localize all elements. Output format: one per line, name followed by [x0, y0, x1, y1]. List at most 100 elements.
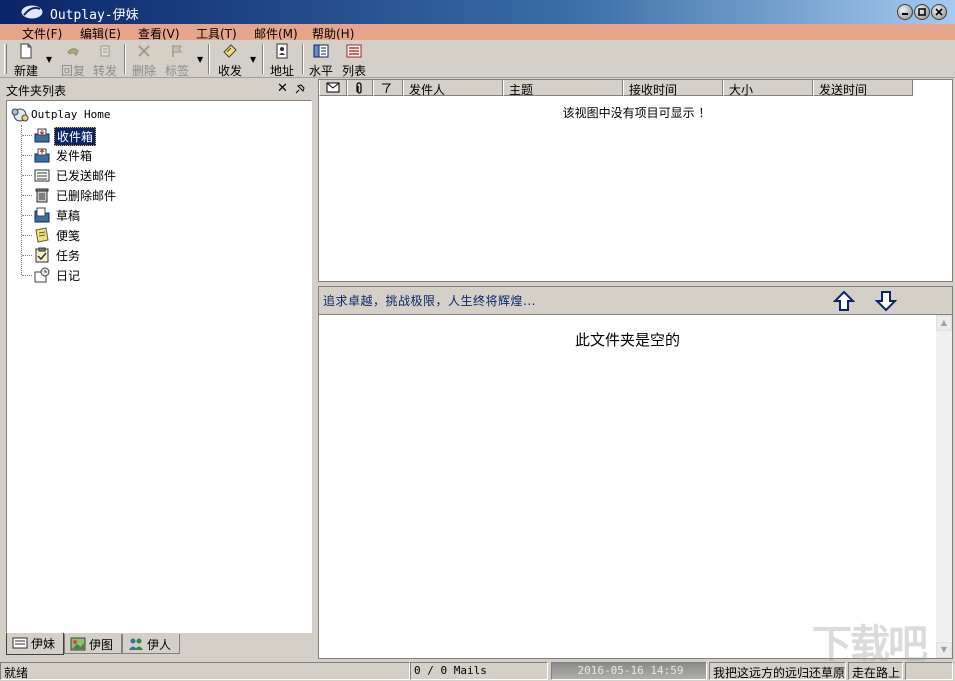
column-attachment[interactable] — [347, 80, 373, 96]
previous-message-arrow-up-icon[interactable] — [833, 290, 855, 312]
column-type[interactable] — [319, 80, 347, 96]
folder-label: 收件箱 — [54, 127, 97, 146]
horizontal-layout-label: 水平 — [308, 64, 333, 78]
close-icon — [935, 8, 943, 16]
toolbar-separator — [208, 44, 210, 74]
folder-label: 已发送邮件 — [56, 169, 117, 183]
send-receive-icon — [223, 44, 237, 58]
title-bar: Outplay-伊妹 — [0, 0, 955, 24]
folder-inbox[interactable]: 收件箱 — [22, 126, 222, 146]
maximize-button[interactable] — [914, 4, 930, 20]
new-button[interactable]: 新建 — [12, 43, 40, 78]
window-title: Outplay-伊妹 — [50, 8, 139, 23]
flag-icon — [382, 83, 391, 94]
preview-motto: 追求卓越，挑战极限，人生终将辉煌... — [323, 294, 536, 308]
column-label: 大小 — [729, 83, 754, 97]
folder-label: 便笺 — [56, 229, 81, 243]
new-dropdown-arrow-icon[interactable]: ▼ — [46, 55, 52, 64]
network-home-icon — [11, 108, 29, 122]
reply-button[interactable]: 回复 — [60, 43, 86, 78]
scroll-up-arrow-icon[interactable]: ▲ — [936, 315, 952, 331]
toolbar-separator — [124, 44, 126, 74]
preview-empty-text: 此文件夹是空的 — [574, 331, 680, 349]
horizontal-layout-icon — [313, 44, 329, 58]
pin-icon[interactable] — [294, 83, 306, 95]
minimize-icon — [902, 13, 908, 15]
toolbar-grip[interactable] — [4, 44, 7, 74]
column-flag[interactable] — [373, 80, 403, 96]
maximize-icon — [918, 8, 926, 16]
toolbar: 新建 ▼ 回复 转发 删除 标签 ▼ 收发 ▼ 地址 水平 列表 — [0, 40, 955, 78]
folder-notes[interactable]: 便笺 — [22, 226, 222, 244]
minimize-button[interactable] — [897, 4, 913, 20]
inbox-icon — [34, 128, 50, 143]
preview-bar: 追求卓越，挑战极限，人生终将辉煌... — [318, 286, 953, 314]
folder-deleted[interactable]: 已删除邮件 — [22, 186, 222, 204]
send-receive-button[interactable]: 收发 — [216, 43, 244, 78]
tag-button[interactable]: 标签 — [164, 43, 190, 78]
column-size[interactable]: 大小 — [723, 80, 813, 97]
tag-label: 标签 — [164, 64, 189, 78]
folder-tasks[interactable]: 任务 — [22, 246, 222, 264]
folder-panel-title: 文件夹列表 — [6, 84, 67, 98]
message-list-empty-text: 该视图中没有项目可显示 ！ — [562, 106, 711, 120]
folder-diary[interactable]: 日记 — [22, 266, 222, 284]
reply-icon — [67, 48, 79, 56]
column-label: 发送时间 — [819, 83, 868, 97]
paperclip-icon — [356, 82, 362, 94]
message-list: 发件人 主题 接收时间 大小 发送时间 该视图中没有项目可显示 ！ — [318, 79, 953, 282]
folder-drafts[interactable]: 草稿 — [22, 206, 222, 224]
folder-outbox[interactable]: 发件箱 — [22, 146, 222, 164]
outbox-icon — [34, 148, 50, 163]
folder-label: 已删除邮件 — [56, 189, 117, 203]
diary-icon — [34, 267, 50, 283]
tree-root-label: Outplay Home — [31, 108, 111, 121]
column-label: 主题 — [509, 83, 534, 97]
status-ready: 就绪 — [0, 662, 410, 680]
app-logo-icon — [20, 4, 44, 20]
next-message-arrow-down-icon[interactable] — [875, 290, 897, 312]
image-tab-icon — [70, 637, 86, 651]
list-layout-label: 列表 — [341, 64, 366, 78]
column-subject[interactable]: 主题 — [503, 80, 623, 97]
folder-label: 发件箱 — [56, 149, 93, 163]
task-icon — [35, 247, 49, 263]
forward-button[interactable]: 转发 — [92, 43, 118, 78]
reply-label: 回复 — [60, 64, 85, 78]
close-button[interactable] — [931, 4, 947, 20]
new-document-icon — [20, 43, 32, 59]
folder-sent[interactable]: 已发送邮件 — [22, 166, 222, 184]
tab-yiren[interactable]: 伊人 — [122, 634, 180, 654]
folder-label: 草稿 — [56, 209, 81, 223]
delete-button[interactable]: 删除 — [131, 43, 157, 78]
column-sent-time[interactable]: 发送时间 — [813, 80, 913, 97]
list-layout-button[interactable]: 列表 — [340, 43, 368, 78]
mail-tab-icon — [12, 637, 28, 649]
tab-label: 伊妹 — [31, 637, 56, 651]
new-label: 新建 — [13, 64, 38, 78]
send-receive-label: 收发 — [217, 64, 242, 78]
forward-label: 转发 — [92, 64, 117, 78]
tab-yitu[interactable]: 伊图 — [64, 634, 122, 654]
preview-scrollbar[interactable]: ▲ ▼ — [936, 315, 952, 658]
draft-icon — [34, 207, 50, 223]
column-sender[interactable]: 发件人 — [403, 80, 503, 97]
toolbar-separator — [302, 44, 304, 74]
status-bar: 就绪 0 / 0 Mails 2016-05-16 14:59 我把这远方的远归… — [0, 661, 955, 681]
column-received-time[interactable]: 接收时间 — [623, 80, 723, 97]
address-book-button[interactable]: 地址 — [268, 43, 296, 78]
tree-root-outplay-home[interactable]: Outplay Home — [11, 107, 110, 123]
column-label: 发件人 — [409, 83, 446, 97]
folder-panel-header: 文件夹列表 ✕ — [0, 80, 318, 98]
folder-panel-close-icon[interactable]: ✕ — [277, 81, 288, 96]
column-label: 接收时间 — [629, 83, 678, 97]
send-receive-dropdown-arrow-icon[interactable]: ▼ — [250, 55, 256, 64]
folder-label: 日记 — [56, 269, 81, 283]
tab-yimei[interactable]: 伊妹 — [6, 633, 64, 655]
tag-dropdown-arrow-icon[interactable]: ▼ — [197, 55, 203, 64]
status-resize-grip[interactable] — [905, 662, 953, 680]
watermark-logo: 下载吧 — [812, 612, 952, 668]
list-layout-icon — [346, 44, 362, 58]
delete-icon — [138, 45, 150, 57]
horizontal-layout-button[interactable]: 水平 — [307, 43, 335, 78]
